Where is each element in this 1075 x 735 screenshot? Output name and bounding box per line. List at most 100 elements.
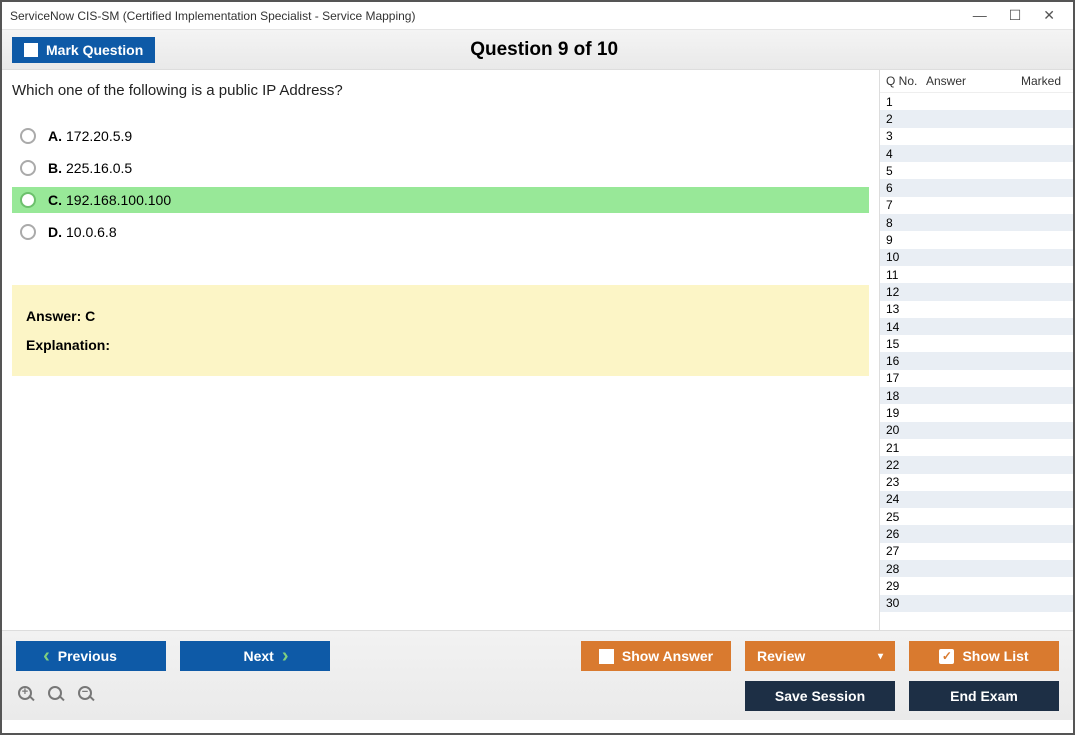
chevron-down-icon: ▾ xyxy=(878,651,883,662)
question-list-row[interactable]: 5 xyxy=(880,162,1073,179)
option-text: 225.16.0.5 xyxy=(66,160,132,176)
row-qno: 21 xyxy=(886,441,926,455)
row-qno: 27 xyxy=(886,544,926,558)
row-qno: 29 xyxy=(886,579,926,593)
question-panel: Which one of the following is a public I… xyxy=(2,70,879,630)
question-list-row[interactable]: 26 xyxy=(880,525,1073,542)
question-list-row[interactable]: 16 xyxy=(880,352,1073,369)
question-list-row[interactable]: 21 xyxy=(880,439,1073,456)
end-exam-button[interactable]: End Exam xyxy=(909,681,1059,711)
question-list-row[interactable]: 27 xyxy=(880,543,1073,560)
row-qno: 20 xyxy=(886,423,926,437)
question-list-row[interactable]: 1 xyxy=(880,93,1073,110)
col-qno: Q No. xyxy=(886,74,926,88)
row-qno: 22 xyxy=(886,458,926,472)
previous-label: Previous xyxy=(58,648,117,664)
question-list-row[interactable]: 13 xyxy=(880,301,1073,318)
question-list-row[interactable]: 2 xyxy=(880,110,1073,127)
question-list-rows[interactable]: 1234567891011121314151617181920212223242… xyxy=(880,93,1073,630)
row-qno: 18 xyxy=(886,389,926,403)
row-qno: 3 xyxy=(886,129,926,143)
next-label: Next xyxy=(243,648,273,664)
minimize-icon[interactable]: — xyxy=(973,7,987,24)
question-list-row[interactable]: 20 xyxy=(880,422,1073,439)
row-qno: 16 xyxy=(886,354,926,368)
question-list-row[interactable]: 3 xyxy=(880,128,1073,145)
show-answer-button[interactable]: Show Answer xyxy=(581,641,731,671)
row-qno: 8 xyxy=(886,216,926,230)
question-list-row[interactable]: 11 xyxy=(880,266,1073,283)
answer-option-A[interactable]: A. 172.20.5.9 xyxy=(12,123,869,149)
option-text: 172.20.5.9 xyxy=(66,128,132,144)
question-list-row[interactable]: 22 xyxy=(880,456,1073,473)
maximize-icon[interactable]: ☐ xyxy=(1009,7,1022,24)
question-list-row[interactable]: 17 xyxy=(880,370,1073,387)
col-answer: Answer xyxy=(926,74,996,88)
row-qno: 4 xyxy=(886,147,926,161)
zoom-in-icon[interactable]: + xyxy=(18,686,38,706)
option-text: 192.168.100.100 xyxy=(66,192,171,208)
checked-icon: ✓ xyxy=(939,649,954,664)
answer-option-C[interactable]: C. 192.168.100.100 xyxy=(12,187,869,213)
col-marked: Marked xyxy=(996,74,1067,88)
row-qno: 2 xyxy=(886,112,926,126)
chevron-right-icon xyxy=(282,645,289,668)
save-session-button[interactable]: Save Session xyxy=(745,681,895,711)
row-qno: 6 xyxy=(886,181,926,195)
question-list-row[interactable]: 30 xyxy=(880,595,1073,612)
close-icon[interactable]: ✕ xyxy=(1043,7,1055,24)
row-qno: 19 xyxy=(886,406,926,420)
row-qno: 9 xyxy=(886,233,926,247)
answer-label: Answer: C xyxy=(26,303,855,330)
option-text: 10.0.6.8 xyxy=(66,224,117,240)
row-qno: 25 xyxy=(886,510,926,524)
show-list-label: Show List xyxy=(962,648,1028,664)
review-dropdown[interactable]: Review ▾ xyxy=(745,641,895,671)
question-list-row[interactable]: 6 xyxy=(880,179,1073,196)
row-qno: 1 xyxy=(886,95,926,109)
question-list-row[interactable]: 19 xyxy=(880,404,1073,421)
row-qno: 13 xyxy=(886,302,926,316)
question-list-row[interactable]: 8 xyxy=(880,214,1073,231)
show-answer-label: Show Answer xyxy=(622,648,713,664)
row-qno: 28 xyxy=(886,562,926,576)
question-list-row[interactable]: 28 xyxy=(880,560,1073,577)
question-list-row[interactable]: 14 xyxy=(880,318,1073,335)
question-list-row[interactable]: 25 xyxy=(880,508,1073,525)
option-letter: C. xyxy=(48,192,62,208)
checkbox-icon xyxy=(599,649,614,664)
radio-icon xyxy=(20,192,36,208)
question-list-row[interactable]: 9 xyxy=(880,231,1073,248)
question-list-panel: Q No. Answer Marked 12345678910111213141… xyxy=(879,70,1073,630)
question-number-title: Question 9 of 10 xyxy=(25,39,1063,61)
option-letter: B. xyxy=(48,160,62,176)
question-list-row[interactable]: 18 xyxy=(880,387,1073,404)
button-row-2: + − Save Session End Exam xyxy=(16,681,1059,711)
question-list-row[interactable]: 10 xyxy=(880,249,1073,266)
question-list-row[interactable]: 15 xyxy=(880,335,1073,352)
review-label: Review xyxy=(757,648,805,664)
answer-option-D[interactable]: D. 10.0.6.8 xyxy=(12,219,869,245)
question-list-header: Q No. Answer Marked xyxy=(880,70,1073,93)
zoom-controls: + − xyxy=(16,686,98,706)
end-exam-label: End Exam xyxy=(950,688,1018,704)
row-qno: 10 xyxy=(886,250,926,264)
radio-icon xyxy=(20,160,36,176)
zoom-icon[interactable] xyxy=(48,686,68,706)
row-qno: 5 xyxy=(886,164,926,178)
question-list-row[interactable]: 4 xyxy=(880,145,1073,162)
answer-box: Answer: C Explanation: xyxy=(12,285,869,376)
question-list-row[interactable]: 29 xyxy=(880,577,1073,594)
zoom-out-icon[interactable]: − xyxy=(78,686,98,706)
question-list-row[interactable]: 7 xyxy=(880,197,1073,214)
answer-option-B[interactable]: B. 225.16.0.5 xyxy=(12,155,869,181)
question-list-row[interactable]: 12 xyxy=(880,283,1073,300)
question-list-row[interactable]: 24 xyxy=(880,491,1073,508)
row-qno: 17 xyxy=(886,371,926,385)
question-list-row[interactable]: 23 xyxy=(880,474,1073,491)
show-list-button[interactable]: ✓ Show List xyxy=(909,641,1059,671)
previous-button[interactable]: Previous xyxy=(16,641,166,671)
row-qno: 14 xyxy=(886,320,926,334)
next-button[interactable]: Next xyxy=(180,641,330,671)
window-titlebar: ServiceNow CIS-SM (Certified Implementat… xyxy=(2,2,1073,30)
